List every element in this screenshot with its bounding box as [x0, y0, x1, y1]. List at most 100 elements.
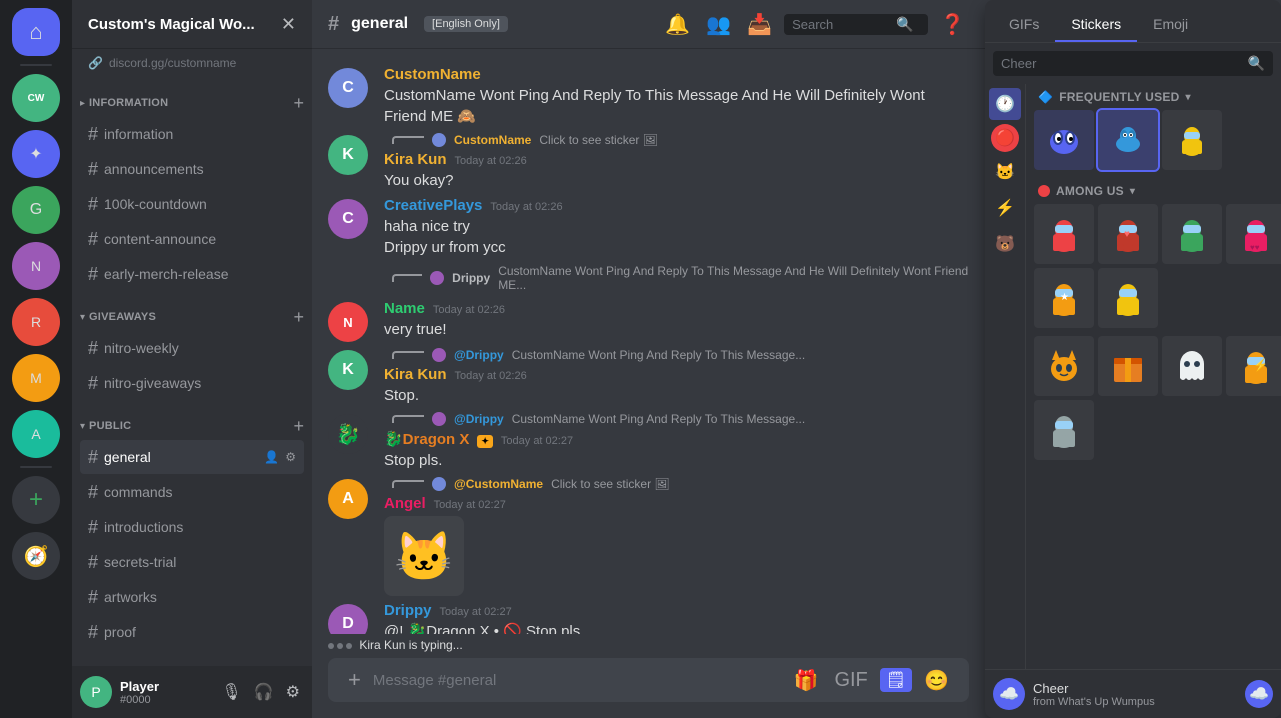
gift-button[interactable]: 🎁 [790, 664, 823, 697]
sticker-search-input[interactable] [1001, 56, 1244, 71]
channel-item-secrets-trial[interactable]: # secrets-trial [80, 545, 304, 579]
sticker-item[interactable] [1162, 110, 1222, 170]
category-information[interactable]: ▸ INFORMATION + [72, 78, 312, 116]
sticker-item-red[interactable] [1034, 204, 1094, 264]
channel-badge: [English Only] [424, 16, 508, 32]
members-list-icon[interactable]: 👥 [702, 8, 735, 41]
sticker-pack-4-button[interactable]: 🐻 [989, 228, 1021, 260]
avatar: P [80, 676, 112, 708]
server-icon-4[interactable]: R [12, 298, 60, 346]
channel-item-announcements[interactable]: # announcements [80, 152, 304, 186]
channel-item-introductions[interactable]: # introductions [80, 510, 304, 544]
explore-servers-button[interactable]: 🧭 [12, 532, 60, 580]
sticker-item-selected[interactable] [1098, 110, 1158, 170]
reply-text: CustomName Wont Ping And Reply To This M… [512, 348, 805, 362]
sticker-pack-3-button[interactable]: ⚡ [989, 192, 1021, 224]
sticker-button[interactable]: 🗒 [880, 668, 912, 692]
add-channel-giveaways[interactable]: + [293, 308, 304, 326]
notification-bell-icon[interactable]: 🔔 [661, 8, 694, 41]
user-icon: 👤 [264, 450, 279, 464]
sticker-search: 🔍 [985, 43, 1281, 84]
invite-link[interactable]: 🔗 discord.gg/customname [72, 48, 312, 78]
recent-stickers-button[interactable]: 🕐 [989, 88, 1021, 120]
server-header[interactable]: Custom's Magical Wo... ✕ [72, 0, 312, 48]
tab-emoji[interactable]: Emoji [1137, 8, 1204, 42]
message-header: Kira Kun Today at 02:26 [384, 366, 969, 383]
message-author[interactable]: Name [384, 300, 425, 317]
tab-gifs[interactable]: GIFs [993, 8, 1055, 42]
settings-button[interactable]: ⚙ [282, 678, 304, 706]
sticker-item-red-heart[interactable]: ♥ [1098, 204, 1158, 264]
add-channel-information[interactable]: + [293, 94, 304, 112]
gif-button[interactable]: GIF [830, 665, 871, 696]
channel-item-nitro-giveaways[interactable]: # nitro-giveaways [80, 366, 304, 400]
channel-item-proof[interactable]: # proof [80, 615, 304, 649]
sticker-item-cat[interactable] [1034, 336, 1094, 396]
category-giveaways[interactable]: ▾ GIVEAWAYS + [72, 292, 312, 330]
message-author[interactable]: Drippy [384, 602, 432, 619]
message-author[interactable]: Angel [384, 495, 426, 512]
channel-item-nitro-weekly[interactable]: # nitro-weekly [80, 331, 304, 365]
category-miscellaneous[interactable]: ▾ MISCELLANEOUS + [72, 650, 312, 666]
channel-item-commands[interactable]: # commands [80, 475, 304, 509]
sticker-item-pink[interactable]: ♥♥ [1226, 204, 1281, 264]
sticker-section-misc: ⚡ [1034, 336, 1273, 460]
sticker-section-header-frequent[interactable]: 🔷 FREQUENTLY USED ▾ [1034, 84, 1273, 110]
emoji-button[interactable]: 😊 [920, 664, 953, 697]
channel-item-content-announce[interactable]: # content-announce [80, 222, 304, 256]
among-us-pack-button[interactable]: 🔴 [991, 124, 1019, 152]
channel-item-information[interactable]: # information [80, 117, 304, 151]
message-timestamp: Today at 02:26 [455, 155, 527, 167]
message-author[interactable]: Kira Kun [384, 151, 447, 168]
sticker-item-star[interactable]: ★ [1034, 268, 1094, 328]
hashtag-icon: # [88, 124, 98, 145]
server-icon-3[interactable]: N [12, 242, 60, 290]
sticker-item-ghost[interactable] [1162, 336, 1222, 396]
tab-stickers[interactable]: Stickers [1055, 8, 1137, 42]
attach-button[interactable]: + [344, 663, 365, 697]
message-author[interactable]: Kira Kun [384, 366, 447, 383]
server-icon-5[interactable]: M [12, 354, 60, 402]
deafen-button[interactable]: 🎧 [250, 678, 278, 706]
home-button[interactable]: ⌂ [12, 8, 60, 56]
message-content: @Drippy CustomName Wont Ping And Reply T… [384, 348, 969, 406]
table-row: Drippy CustomName Wont Ping And Reply To… [312, 262, 985, 298]
server-icon-2[interactable]: G [12, 186, 60, 234]
sticker-pack-2-button[interactable]: 🐱 [989, 156, 1021, 188]
sticker-section-header-among-us[interactable]: AMONG US ▾ [1034, 178, 1273, 204]
channel-item-100k-countdown[interactable]: # 100k-countdown [80, 187, 304, 221]
message-header: Angel Today at 02:27 [384, 495, 969, 512]
sticker-item-box[interactable] [1098, 336, 1158, 396]
reply-text: CustomName Wont Ping And Reply To This M… [512, 412, 805, 426]
message-author[interactable]: 🐉Dragon X [384, 430, 469, 448]
search-icon: 🔍 [1248, 55, 1265, 72]
nitro-upgrade-button[interactable]: ☁️ [1245, 680, 1273, 708]
message-content: CreativePlays Today at 02:26 haha nice t… [384, 197, 969, 258]
server-icon-6[interactable]: A [12, 410, 60, 458]
sticker-item-lightning[interactable]: ⚡ [1226, 336, 1281, 396]
server-icon-1[interactable]: ✦ [12, 130, 60, 178]
channel-item-artworks[interactable]: # artworks [80, 580, 304, 614]
sticker-search-box[interactable]: 🔍 [993, 51, 1273, 76]
channel-item-general[interactable]: # general 👤 ⚙ [80, 440, 304, 474]
sticker-item-white[interactable] [1098, 268, 1158, 328]
search-box[interactable]: 🔍 [784, 14, 928, 35]
category-public[interactable]: ▾ PUBLIC + [72, 401, 312, 439]
message-input[interactable] [373, 660, 782, 701]
hashtag-icon: # [88, 482, 98, 503]
mute-button[interactable]: 🎙 [217, 678, 245, 706]
input-icons: 🎁 GIF 🗒 😊 [790, 664, 953, 697]
sticker-item-green[interactable] [1162, 204, 1222, 264]
add-server-button[interactable]: + [12, 476, 60, 524]
sticker-item[interactable] [1034, 110, 1094, 170]
inbox-icon[interactable]: 📥 [743, 8, 776, 41]
message-author[interactable]: CreativePlays [384, 197, 482, 214]
help-icon[interactable]: ❓ [936, 8, 969, 41]
channel-item-early-merch-release[interactable]: # early-merch-release [80, 257, 304, 291]
add-channel-public[interactable]: + [293, 417, 304, 435]
sticker-item-gray[interactable] [1034, 400, 1094, 460]
server-icon-custom[interactable]: CW [12, 74, 60, 122]
hashtag-icon: # [88, 159, 98, 180]
search-input[interactable] [792, 17, 892, 32]
message-author[interactable]: CustomName [384, 66, 481, 83]
